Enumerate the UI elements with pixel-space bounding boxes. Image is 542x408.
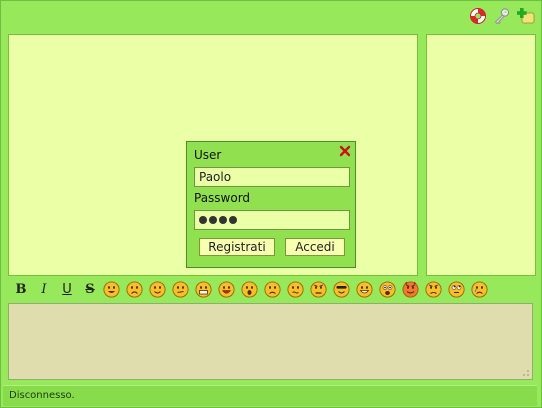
top-toolbar	[469, 7, 535, 25]
bold-button[interactable]: B	[11, 279, 31, 299]
resize-grip-icon[interactable]	[522, 369, 530, 377]
connection-status: Disconnesso.	[9, 390, 75, 401]
shocked-smiley-icon[interactable]	[379, 280, 396, 298]
underline-button[interactable]: U	[57, 279, 77, 299]
frown-smiley-icon[interactable]	[264, 280, 281, 298]
password-field[interactable]	[194, 210, 350, 230]
strikethrough-button[interactable]: S	[80, 279, 100, 299]
format-toolbar: B I U S	[11, 279, 494, 299]
unsure-smiley-icon[interactable]	[172, 280, 189, 298]
angry-smiley-icon[interactable]	[425, 280, 442, 298]
password-mask	[199, 213, 345, 227]
teeth-smiley-icon[interactable]	[195, 280, 212, 298]
rolleyes-smiley-icon[interactable]	[448, 280, 465, 298]
password-dot	[209, 216, 217, 224]
message-input[interactable]	[8, 303, 533, 380]
cool-smiley-icon[interactable]	[333, 280, 350, 298]
laugh-smiley-icon[interactable]	[218, 280, 235, 298]
register-button[interactable]: Registrati	[199, 238, 275, 256]
devil-smiley-icon[interactable]	[402, 280, 419, 298]
user-list-panel	[426, 34, 536, 276]
chat-window: B I U S Disconnesso. User Paolo Password…	[0, 0, 542, 408]
sad-smiley-icon[interactable]	[126, 280, 143, 298]
smiley-bar	[103, 280, 494, 298]
worried-smiley-icon[interactable]	[287, 280, 304, 298]
smile-smiley-icon[interactable]	[149, 280, 166, 298]
key-icon[interactable]	[493, 7, 511, 25]
lifebuoy-icon[interactable]	[469, 7, 487, 25]
biggrin-smiley-icon[interactable]	[356, 280, 373, 298]
surprised-smiley-icon[interactable]	[241, 280, 258, 298]
password-dot	[229, 216, 237, 224]
password-dot	[199, 216, 207, 224]
grin-smiley-icon[interactable]	[103, 280, 120, 298]
italic-button[interactable]: I	[34, 279, 54, 299]
add-user-icon[interactable]	[517, 7, 535, 25]
login-button[interactable]: Accedi	[285, 238, 345, 256]
crying-smiley-icon[interactable]	[471, 280, 488, 298]
password-dot	[219, 216, 227, 224]
password-label: Password	[194, 191, 251, 205]
user-label: User	[194, 148, 222, 162]
user-field[interactable]: Paolo	[194, 167, 350, 187]
status-bar: Disconnesso.	[3, 385, 537, 406]
login-dialog: User Paolo Password Registrati Accedi	[186, 141, 356, 268]
close-icon[interactable]	[339, 145, 351, 157]
mad-smiley-icon[interactable]	[310, 280, 327, 298]
